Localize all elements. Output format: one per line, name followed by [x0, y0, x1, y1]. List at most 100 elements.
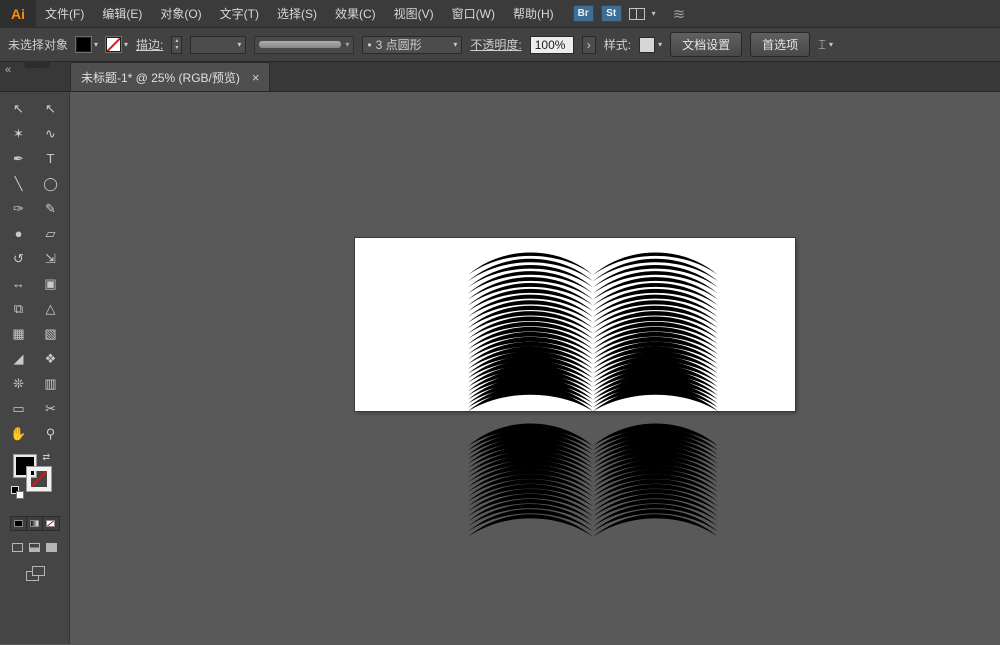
fill-caret-icon[interactable]: ▾: [94, 41, 98, 49]
column-graph-tool[interactable]: ▥: [35, 371, 67, 396]
tools-panel-header: «: [0, 61, 70, 91]
direct-selection-tool[interactable]: ↖: [35, 96, 67, 121]
style-combo[interactable]: ▾: [639, 37, 662, 53]
line-segment-tool[interactable]: ╲: [3, 171, 35, 196]
panel-grip[interactable]: [24, 61, 50, 68]
scale-tool[interactable]: ⇲: [35, 246, 67, 271]
artboard-tool[interactable]: ▭: [3, 396, 35, 421]
none-chip: [46, 520, 55, 527]
menu-item-0[interactable]: 文件(F): [36, 0, 93, 28]
menu-item-3[interactable]: 文字(T): [211, 0, 268, 28]
blend-tool[interactable]: ❖: [35, 346, 67, 371]
brush-definition-combo[interactable]: • 3 点圆形 ▾: [362, 36, 462, 54]
menu-item-1[interactable]: 编辑(E): [93, 0, 151, 28]
color-type-buttons: [10, 516, 60, 531]
default-stroke-chip: [16, 491, 24, 499]
document-tab-title: 未标题-1* @ 25% (RGB/预览): [81, 69, 240, 86]
stepper-up-icon[interactable]: ▴: [175, 38, 178, 45]
menu-item-7[interactable]: 窗口(W): [443, 0, 504, 28]
magic-wand-tool[interactable]: ✶: [3, 121, 35, 146]
opacity-label[interactable]: 不透明度:: [470, 36, 521, 53]
draw-normal-icon[interactable]: [12, 543, 23, 552]
type-tool[interactable]: T: [35, 146, 67, 171]
mesh-tool[interactable]: ▦: [3, 321, 35, 346]
swap-fill-stroke-icon[interactable]: ⇄: [43, 452, 51, 463]
stroke-caret-icon[interactable]: ▾: [124, 41, 128, 49]
rotate-tool[interactable]: ↺: [3, 246, 35, 271]
none-button[interactable]: [43, 517, 59, 530]
opacity-field[interactable]: 100%: [530, 36, 574, 54]
menu-item-5[interactable]: 效果(C): [326, 0, 385, 28]
eraser-tool[interactable]: ▱: [35, 221, 67, 246]
menu-item-6[interactable]: 视图(V): [385, 0, 443, 28]
main-area: ↖↖✶∿✒T╲◯✑✎●▱↺⇲↔▣⧉△▦▧◢❖❊▥▭✂✋⚲ ⇄: [0, 92, 1000, 644]
color-button[interactable]: [11, 517, 27, 530]
symbol-sprayer-tool[interactable]: ❊: [3, 371, 35, 396]
ellipse-tool[interactable]: ◯: [35, 171, 67, 196]
pen-tool[interactable]: ✒: [3, 146, 35, 171]
style-caret-icon[interactable]: ▾: [658, 41, 662, 49]
stock-button[interactable]: St: [601, 5, 622, 22]
collapse-panel-chevrons-icon[interactable]: «: [5, 64, 11, 76]
draw-behind-icon[interactable]: [29, 543, 40, 552]
zoom-tool[interactable]: ⚲: [35, 421, 67, 446]
stroke-profile-combo[interactable]: ▾: [254, 36, 354, 54]
artboard[interactable]: [355, 238, 795, 411]
drawing-mode-buttons: [12, 543, 57, 552]
document-setup-button[interactable]: 文档设置: [670, 32, 742, 57]
document-tab[interactable]: 未标题-1* @ 25% (RGB/预览) ×: [70, 62, 270, 91]
perspective-grid-tool[interactable]: △: [35, 296, 67, 321]
stroke-swatch-large[interactable]: [27, 467, 51, 491]
draw-inside-icon[interactable]: [46, 543, 57, 552]
document-tab-bar: « 未标题-1* @ 25% (RGB/预览) ×: [0, 62, 1000, 92]
canvas-workspace[interactable]: [70, 92, 1000, 644]
align-panel-icon[interactable]: ⌶: [818, 37, 826, 53]
gradient-tool[interactable]: ▧: [35, 321, 67, 346]
gradient-button[interactable]: [27, 517, 43, 530]
style-label: 样式:: [604, 36, 631, 53]
app-logo: Ai: [0, 0, 36, 28]
preferences-button[interactable]: 首选项: [750, 32, 810, 57]
fill-color-combo[interactable]: ▾: [76, 37, 98, 52]
arrange-documents-icon[interactable]: [629, 8, 645, 20]
default-fill-stroke-icon[interactable]: [11, 486, 25, 500]
brush-dot-icon: •: [367, 38, 371, 52]
stroke-weight-caret-icon[interactable]: ▾: [237, 41, 241, 49]
paintbrush-tool[interactable]: ✑: [3, 196, 35, 221]
change-screen-mode-icon[interactable]: [26, 566, 44, 581]
bridge-button[interactable]: Br: [573, 5, 594, 22]
gradient-chip: [30, 520, 39, 527]
color-chip: [14, 520, 23, 527]
eyedropper-tool[interactable]: ◢: [3, 346, 35, 371]
align-caret-icon[interactable]: ▾: [829, 41, 833, 49]
close-tab-icon[interactable]: ×: [252, 71, 260, 84]
stroke-color-combo[interactable]: ▾: [106, 37, 128, 52]
hand-tool[interactable]: ✋: [3, 421, 35, 446]
free-transform-tool[interactable]: ▣: [35, 271, 67, 296]
brush-caret-icon[interactable]: ▾: [453, 41, 457, 49]
stroke-weight-stepper[interactable]: ▴ ▾: [171, 36, 182, 54]
fill-stroke-widget: ⇄: [11, 454, 59, 502]
stroke-weight-combo[interactable]: ▾: [190, 36, 246, 54]
menu-item-2[interactable]: 对象(O): [151, 0, 210, 28]
shape-builder-tool[interactable]: ⧉: [3, 296, 35, 321]
cs-live-icon[interactable]: ≋: [673, 5, 686, 23]
selection-tool[interactable]: ↖: [3, 96, 35, 121]
style-swatch[interactable]: [639, 37, 655, 53]
slice-tool[interactable]: ✂: [35, 396, 67, 421]
menu-bar: Ai 文件(F)编辑(E)对象(O)文字(T)选择(S)效果(C)视图(V)窗口…: [0, 0, 1000, 28]
width-tool[interactable]: ↔: [3, 271, 35, 296]
stepper-down-icon[interactable]: ▾: [175, 45, 178, 52]
fill-color-swatch[interactable]: [76, 37, 91, 52]
arrange-documents-caret-icon[interactable]: ▾: [652, 10, 656, 18]
opacity-expand-button[interactable]: ›: [582, 36, 596, 54]
menu-item-8[interactable]: 帮助(H): [504, 0, 563, 28]
align-combo[interactable]: ⌶ ▾: [818, 37, 833, 53]
menu-item-4[interactable]: 选择(S): [268, 0, 326, 28]
lasso-tool[interactable]: ∿: [35, 121, 67, 146]
pencil-tool[interactable]: ✎: [35, 196, 67, 221]
stroke-weight-label[interactable]: 描边:: [136, 36, 163, 53]
stroke-color-swatch[interactable]: [106, 37, 121, 52]
stroke-profile-caret-icon[interactable]: ▾: [345, 41, 349, 49]
blob-brush-tool[interactable]: ●: [3, 221, 35, 246]
